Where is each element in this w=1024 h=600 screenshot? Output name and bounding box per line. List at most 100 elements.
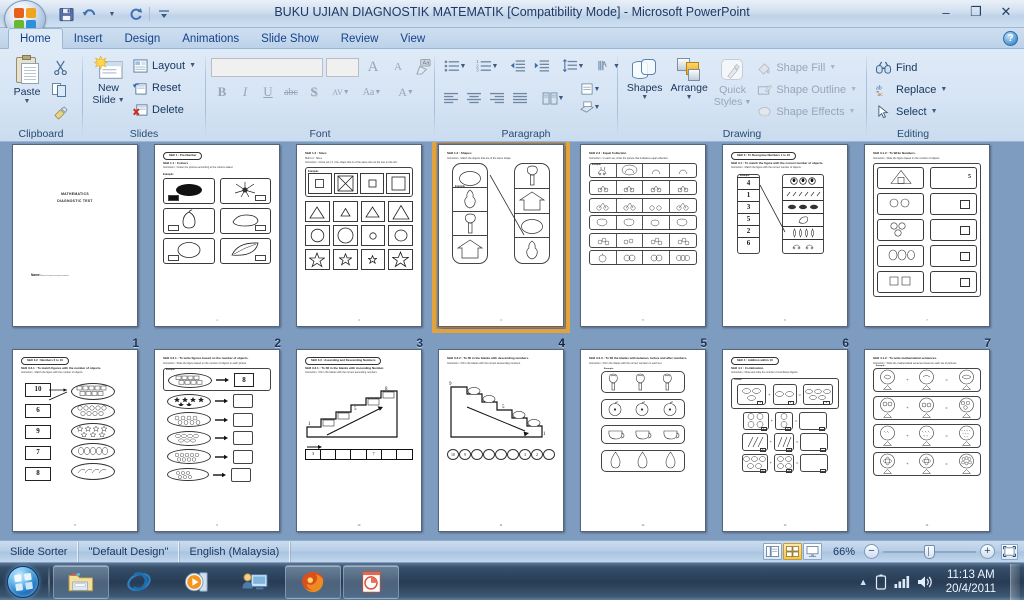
- show-desktop-button[interactable]: [1010, 563, 1020, 600]
- slide-13-frame[interactable]: Skill 4 : Addition within 10 Skill 4.1 :…: [722, 349, 848, 532]
- change-case-button[interactable]: Aa ▼: [357, 81, 387, 103]
- status-view-name[interactable]: Slide Sorter: [0, 541, 79, 562]
- decrease-indent-button[interactable]: [507, 55, 529, 77]
- find-button[interactable]: Find: [872, 57, 921, 78]
- slide-thumbnail-12[interactable]: Skill 3.3.3 : To fill the blanks with be…: [572, 349, 714, 540]
- restore-button[interactable]: ❐: [962, 2, 990, 22]
- font-name-input[interactable]: [211, 57, 323, 77]
- taskbar-windows-explorer[interactable]: [53, 564, 109, 599]
- slide-thumbnail-4[interactable]: Skill 1.3 : Shapes Instruction : Match t…: [430, 142, 572, 350]
- slide-thumbnail-3[interactable]: Skill 1.2 : Sizes Skill 1.2 : Sizes Inst…: [288, 144, 430, 350]
- replace-dropdown-icon[interactable]: ▼: [940, 86, 947, 93]
- slide-thumbnail-1[interactable]: MATHEMATICS DIAGNOSTIC TEST Name:.......…: [4, 144, 146, 350]
- slide-thumbnail-2[interactable]: Skill 1 : Pre-Number Skill 1.1 : Colours…: [146, 144, 288, 350]
- clear-formatting-button[interactable]: Aa: [412, 56, 434, 78]
- slide-3-frame[interactable]: Skill 1.2 : Sizes Skill 1.2 : Sizes Inst…: [296, 144, 422, 327]
- shape-outline-button[interactable]: Shape Outline ▼: [753, 79, 861, 100]
- strikethrough-button[interactable]: abc: [280, 81, 302, 103]
- align-right-button[interactable]: [486, 87, 508, 109]
- cut-button[interactable]: [49, 56, 71, 78]
- new-slide-button[interactable]: New Slide ▼: [88, 54, 129, 108]
- slide-thumbnail-8[interactable]: Skill 3.2 : Numbers 6 to 10 Skill 3.2.1 …: [4, 349, 146, 540]
- network-icon[interactable]: [894, 575, 910, 589]
- paste-dropdown-icon[interactable]: ▼: [24, 98, 31, 105]
- italic-button[interactable]: I: [234, 81, 256, 103]
- numbering-button[interactable]: 1 2 3 ▼: [472, 55, 502, 77]
- select-button[interactable]: Select ▼: [872, 101, 942, 122]
- slide-2-frame[interactable]: Skill 1 : Pre-Number Skill 1.1 : Colours…: [154, 144, 280, 327]
- help-icon[interactable]: ?: [1003, 31, 1018, 46]
- slide-6-frame[interactable]: Skill 3 : To Recognise Numbers 1 to 10 S…: [722, 144, 848, 327]
- paste-button[interactable]: Paste ▼: [5, 54, 49, 107]
- slide-10-frame[interactable]: Skill 3.3 : Ascending and Descending Num…: [296, 349, 422, 532]
- justify-button[interactable]: [509, 87, 531, 109]
- tab-slide-show[interactable]: Slide Show: [250, 28, 330, 48]
- zoom-out-button[interactable]: −: [864, 544, 879, 559]
- show-hidden-icons-button[interactable]: ▲: [859, 577, 868, 587]
- taskbar-media-player[interactable]: [169, 565, 225, 599]
- shape-effects-button[interactable]: Shape Effects ▼: [753, 101, 861, 122]
- view-normal-button[interactable]: [762, 543, 782, 560]
- tab-home[interactable]: Home: [8, 28, 63, 49]
- tab-view[interactable]: View: [389, 28, 436, 48]
- tab-review[interactable]: Review: [330, 28, 390, 48]
- view-slide-sorter-button[interactable]: [782, 543, 802, 560]
- copy-button[interactable]: [49, 79, 71, 101]
- align-text-button[interactable]: ▼: [576, 80, 604, 98]
- taskbar-internet-explorer[interactable]: [111, 565, 167, 599]
- center-button[interactable]: [463, 87, 485, 109]
- convert-smartart-button[interactable]: ▼: [576, 98, 604, 116]
- slide-thumbnail-13[interactable]: Skill 4 : Addition within 10 Skill 4.1 :…: [714, 349, 856, 540]
- shapes-button[interactable]: Shapes ▼: [623, 56, 666, 103]
- font-color-button[interactable]: A ▼: [391, 81, 421, 103]
- new-slide-dropdown-icon[interactable]: ▼: [118, 97, 125, 104]
- slide-8-frame[interactable]: Skill 3.2 : Numbers 6 to 10 Skill 3.2.1 …: [12, 349, 138, 532]
- arrange-dropdown-icon[interactable]: ▼: [686, 94, 693, 101]
- character-spacing-button[interactable]: AV ▼: [326, 81, 356, 103]
- layout-dropdown-icon[interactable]: ▼: [189, 62, 196, 69]
- slide-thumbnail-5[interactable]: Skill 2.2 : Equal Collection Instruction…: [572, 144, 714, 350]
- slide-11-frame[interactable]: Skill 3.3.2 : To fill in the blanks with…: [438, 349, 564, 532]
- columns-button[interactable]: ▼: [537, 87, 569, 109]
- font-size-input[interactable]: [326, 57, 359, 77]
- slide-7-frame[interactable]: Skill 3.1.2 : To Write Numbers. Instruct…: [864, 144, 990, 327]
- text-shadow-button[interactable]: S: [303, 81, 325, 103]
- bullets-button[interactable]: ▼: [440, 55, 470, 77]
- zoom-slider-thumb[interactable]: [924, 545, 935, 559]
- tab-design[interactable]: Design: [113, 28, 171, 48]
- slide-9-frame[interactable]: Skill 3.2.1 : To write figures based on …: [154, 349, 280, 532]
- minimize-button[interactable]: –: [932, 2, 960, 22]
- zoom-in-button[interactable]: +: [980, 544, 995, 559]
- increase-indent-button[interactable]: [531, 55, 553, 77]
- close-button[interactable]: ✕: [992, 2, 1020, 22]
- status-language[interactable]: English (Malaysia): [179, 541, 291, 562]
- taskbar-powerpoint[interactable]: [343, 564, 399, 599]
- slide-5-frame[interactable]: Skill 2.2 : Equal Collection Instruction…: [580, 144, 706, 327]
- grow-font-button[interactable]: A: [362, 56, 384, 78]
- tab-insert[interactable]: Insert: [63, 28, 114, 48]
- volume-icon[interactable]: [917, 575, 932, 589]
- layout-button[interactable]: Layout ▼: [129, 55, 200, 76]
- zoom-percent[interactable]: 66%: [828, 546, 864, 558]
- fit-to-window-button[interactable]: [1001, 543, 1018, 560]
- tab-animations[interactable]: Animations: [171, 28, 250, 48]
- shrink-font-button[interactable]: A: [387, 56, 409, 78]
- slide-1-frame[interactable]: MATHEMATICS DIAGNOSTIC TEST Name:.......…: [12, 144, 138, 327]
- taskbar-remote-desktop[interactable]: [227, 565, 283, 599]
- replace-button[interactable]: ab ac Replace ▼: [872, 79, 951, 100]
- status-design-name[interactable]: "Default Design": [78, 541, 180, 562]
- shapes-dropdown-icon[interactable]: ▼: [641, 94, 648, 101]
- slide-thumbnail-6[interactable]: Skill 3 : To Recognise Numbers 1 to 10 S…: [714, 144, 856, 350]
- slide-thumbnail-14[interactable]: Skill 4.1.2 : To write mathematical sent…: [856, 349, 998, 540]
- slide-thumbnail-9[interactable]: Skill 3.2.1 : To write figures based on …: [146, 349, 288, 540]
- slide-14-frame[interactable]: Skill 4.1.2 : To write mathematical sent…: [864, 349, 990, 532]
- slide-thumbnail-10[interactable]: Skill 3.3 : Ascending and Descending Num…: [288, 349, 430, 540]
- shape-fill-button[interactable]: Shape Fill ▼: [753, 57, 861, 78]
- slide-thumbnail-11[interactable]: Skill 3.3.2 : To fill in the blanks with…: [430, 349, 572, 540]
- battery-icon[interactable]: [875, 574, 887, 590]
- clock[interactable]: 11:13 AM 20/4/2011: [939, 568, 1003, 596]
- reset-button[interactable]: Reset: [129, 77, 200, 98]
- start-button[interactable]: [0, 564, 46, 600]
- underline-button[interactable]: U: [257, 81, 279, 103]
- delete-slide-button[interactable]: Delete: [129, 99, 200, 120]
